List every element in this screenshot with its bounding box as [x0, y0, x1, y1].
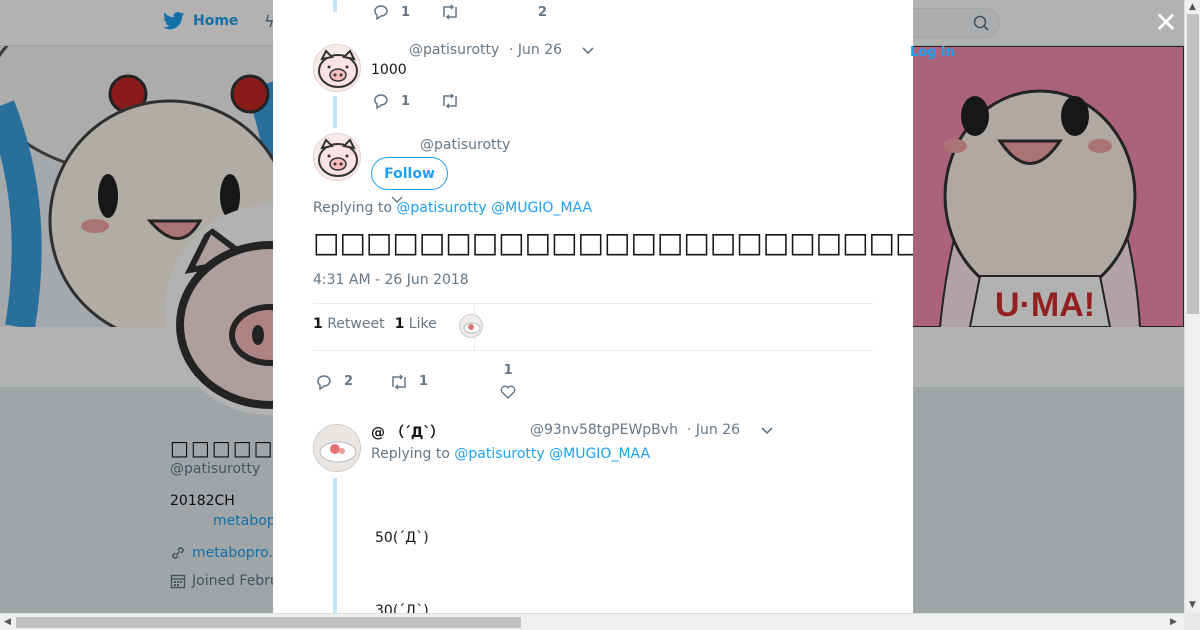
- reply-count: 2: [344, 374, 354, 389]
- retweet-action[interactable]: [440, 4, 460, 20]
- horizontal-scrollbar[interactable]: ◀ ▶: [0, 613, 1184, 630]
- vertical-scrollbar[interactable]: ▲ ▼: [1184, 0, 1200, 613]
- like-stat-num: 1: [394, 316, 405, 332]
- retweet-icon: [392, 373, 406, 390]
- like-stat[interactable]: 1 Like: [395, 316, 437, 332]
- reply-icon: [317, 374, 331, 390]
- retweet-action[interactable]: 1: [389, 373, 429, 390]
- main-tweet-avatar[interactable]: [313, 133, 361, 181]
- tweet-text: 1000: [371, 62, 407, 78]
- close-modal-icon[interactable]: ✕: [1154, 9, 1178, 37]
- tweet-avatar[interactable]: [313, 44, 361, 92]
- retweet-icon: [443, 93, 457, 109]
- vertical-scroll-thumb[interactable]: [1187, 14, 1199, 314]
- reply-tweet-replying-to: Replying to @patisurotty @MUGIO_MAA: [371, 446, 650, 462]
- tweet-top-actions: 1 2: [373, 4, 547, 20]
- thread-line-mid: [333, 96, 337, 128]
- heart-icon: [500, 385, 516, 399]
- like-action[interactable]: 1: [500, 363, 516, 400]
- thread-line-top: [333, 0, 337, 12]
- like-count: 2: [538, 4, 548, 20]
- reply-tweet-name[interactable]: @ （´Д`）: [371, 422, 444, 442]
- replying-to-links[interactable]: @patisurotty @MUGIO_MAA: [396, 200, 592, 216]
- reply-action[interactable]: 2: [316, 374, 353, 390]
- replying-prefix: Replying to: [371, 446, 450, 462]
- chevron-down-icon[interactable]: [760, 426, 774, 436]
- horizontal-scroll-thumb[interactable]: [16, 617, 521, 628]
- reply-tweet-line-2: 30(´Д`): [375, 603, 429, 613]
- retweet-count: 1: [419, 374, 429, 389]
- follow-button[interactable]: Follow: [371, 157, 448, 190]
- scroll-down-arrow[interactable]: ▼: [1189, 600, 1196, 610]
- tweet-1000-actions: 1: [373, 93, 460, 109]
- divider: [313, 303, 873, 304]
- tweet-handle[interactable]: @patisurotty: [409, 42, 499, 58]
- reply-count: 1: [401, 93, 411, 109]
- tweet-date[interactable]: · Jun 26: [509, 42, 562, 58]
- retweet-icon: [443, 4, 457, 20]
- retweet-stat[interactable]: 1 Retweet: [313, 316, 385, 332]
- login-link[interactable]: Log in: [910, 45, 955, 60]
- main-tweet-timestamp[interactable]: 4:31 AM - 26 Jun 2018: [313, 272, 469, 288]
- reply-tweet-date[interactable]: · Jun 26: [687, 422, 740, 438]
- retweet-action[interactable]: [440, 93, 460, 109]
- reply-icon: [374, 5, 388, 20]
- main-tweet-actions: 2 1 1: [316, 363, 516, 400]
- reply-count: 1: [401, 4, 411, 20]
- main-tweet-handle[interactable]: @patisurotty: [420, 137, 510, 153]
- chevron-down-icon[interactable]: [581, 46, 595, 56]
- like-count: 1: [503, 363, 513, 378]
- reply-action[interactable]: 1: [373, 4, 410, 20]
- reply-action[interactable]: 1: [373, 93, 410, 109]
- tweet-stats: 1 Retweet 1 Like: [313, 316, 437, 332]
- scroll-up-arrow[interactable]: ▲: [1189, 2, 1196, 12]
- thread-line-bottom: [333, 478, 337, 613]
- tweet-permalink-modal: 1 2 @patisurotty · Jun 26 1000 1 @patisu…: [273, 0, 913, 613]
- scrollbar-corner: [1184, 613, 1200, 630]
- replying-to-links[interactable]: @patisurotty @MUGIO_MAA: [454, 446, 650, 462]
- reply-tweet-line-1: 50(´Д`): [375, 530, 429, 546]
- liker-avatar[interactable]: [459, 314, 483, 338]
- like-action[interactable]: 2: [538, 5, 547, 20]
- divider: [313, 350, 873, 351]
- main-tweet-text: □□□□□□□□□□□□□□□□□□□□□□□□□□□□□□□□□□□□□□□□…: [313, 226, 913, 259]
- retweet-stat-num: 1: [313, 316, 323, 332]
- reply-icon: [374, 94, 388, 109]
- reply-tweet-handle[interactable]: @93nv58tgPEWpBvh: [530, 422, 678, 438]
- main-replying-to: Replying to @patisurotty @MUGIO_MAA: [313, 200, 592, 216]
- retweet-stat-label: Retweet: [327, 316, 385, 332]
- like-stat-label: Like: [408, 316, 437, 332]
- reply-tweet-avatar[interactable]: [313, 424, 361, 472]
- scroll-left-arrow[interactable]: ◀: [4, 617, 11, 627]
- scroll-right-arrow[interactable]: ▶: [1170, 617, 1177, 627]
- replying-prefix: Replying to: [313, 200, 392, 216]
